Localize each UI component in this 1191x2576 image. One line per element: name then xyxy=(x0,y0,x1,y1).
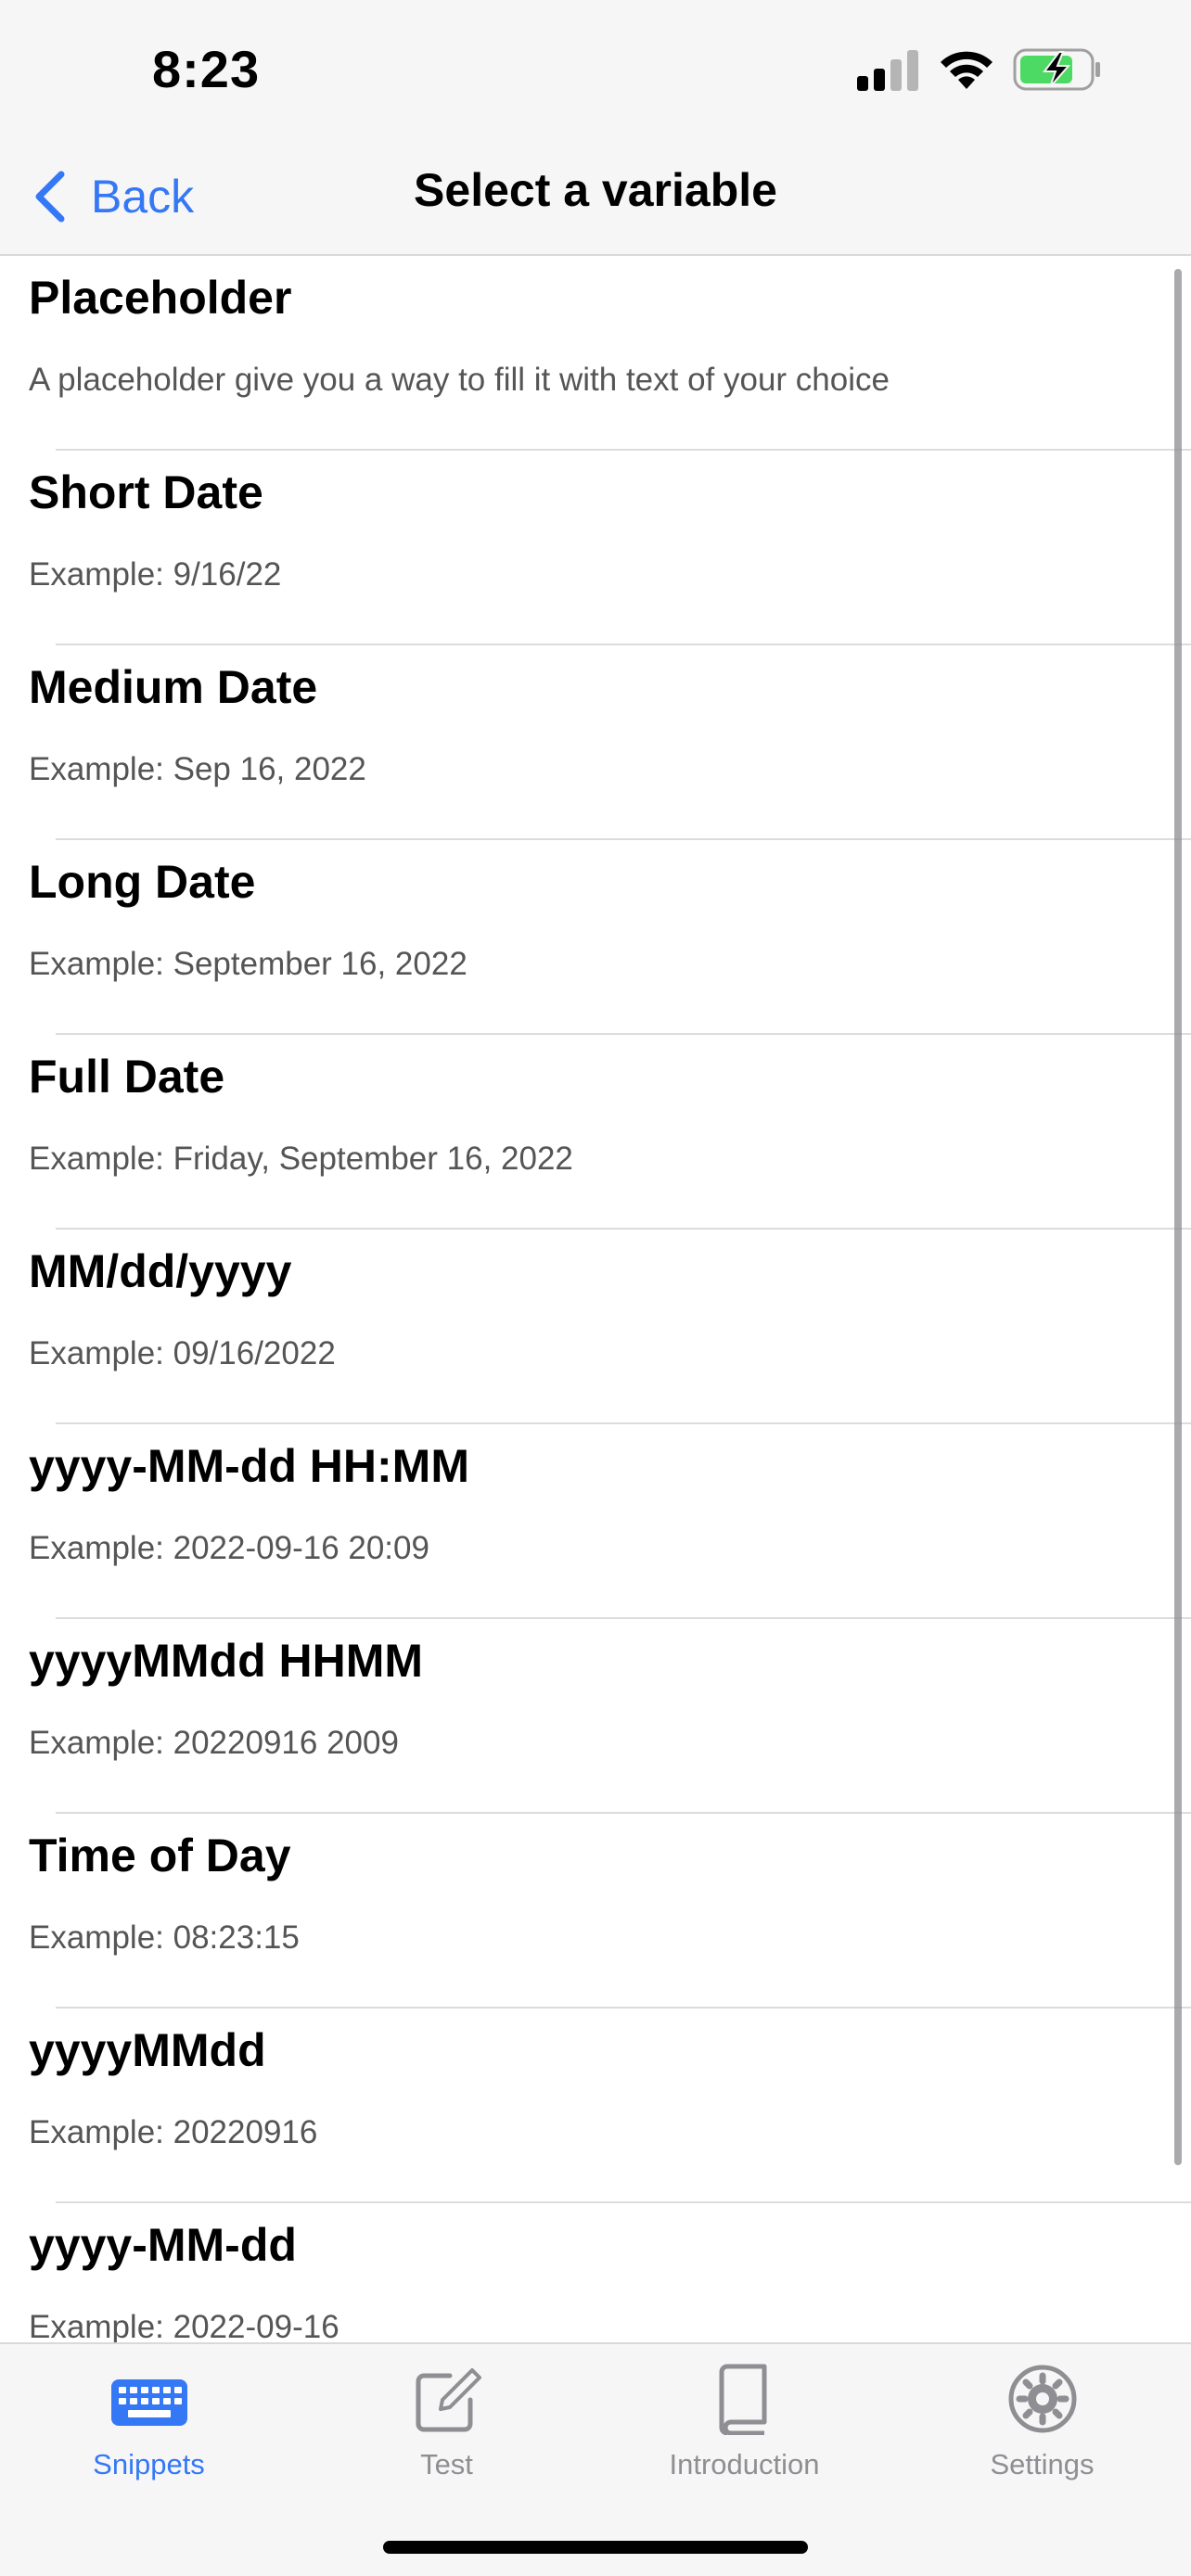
variable-example: Example: 08:23:15 xyxy=(29,1919,300,1956)
vertical-scrollbar[interactable] xyxy=(1174,269,1182,2165)
tab-label: Test xyxy=(420,2448,473,2480)
list-item[interactable]: MM/dd/yyyy Example: 09/16/2022 xyxy=(0,1230,1191,1424)
variable-title: Short Date xyxy=(29,466,263,518)
variable-title: Time of Day xyxy=(29,1830,291,1881)
variable-title: Placeholder xyxy=(29,272,292,324)
list-item[interactable]: Time of Day Example: 08:23:15 xyxy=(0,1814,1191,2009)
variable-example: Example: 20220916 2009 xyxy=(29,1725,399,1761)
variable-example: A placeholder give you a way to fill it … xyxy=(29,362,890,398)
tab-label: Introduction xyxy=(669,2448,820,2480)
status-bar: 8:23 xyxy=(0,0,1191,139)
battery-charging-icon xyxy=(1013,48,1100,91)
variable-list[interactable]: Placeholder A placeholder give you a way… xyxy=(0,256,1191,2342)
list-item[interactable]: yyyy-MM-dd Example: 2022-09-16 xyxy=(0,2203,1191,2342)
list-item[interactable]: yyyyMMdd HHMM Example: 20220916 2009 xyxy=(0,1619,1191,1814)
chevron-left-icon xyxy=(35,171,65,223)
gear-icon xyxy=(1008,2365,1076,2433)
tab-introduction[interactable]: Introduction xyxy=(596,2363,893,2502)
variable-example: Example: Sep 16, 2022 xyxy=(29,751,366,787)
home-indicator[interactable] xyxy=(383,2541,808,2554)
book-icon xyxy=(719,2364,766,2435)
tab-test[interactable]: Test xyxy=(298,2363,596,2502)
back-button[interactable]: Back xyxy=(32,161,194,232)
back-button-label: Back xyxy=(91,171,195,223)
screen: 8:23 Select a variable Back Placeholder … xyxy=(0,0,1191,2576)
list-item[interactable]: Placeholder A placeholder give you a way… xyxy=(0,256,1191,451)
tab-settings[interactable]: Settings xyxy=(893,2363,1191,2502)
variable-example: Example: 20220916 xyxy=(29,2114,318,2150)
list-item[interactable]: Full Date Example: Friday, September 16,… xyxy=(0,1035,1191,1230)
variable-example: Example: 09/16/2022 xyxy=(29,1335,336,1371)
variable-title: Full Date xyxy=(29,1051,225,1103)
variable-title: MM/dd/yyyy xyxy=(29,1245,292,1297)
variable-example: Example: Friday, September 16, 2022 xyxy=(29,1141,573,1177)
navigation-bar: Select a variable Back xyxy=(0,139,1191,256)
variable-example: Example: September 16, 2022 xyxy=(29,946,467,982)
status-time: 8:23 xyxy=(152,40,261,98)
variable-title: Long Date xyxy=(29,856,256,908)
list-item[interactable]: Short Date Example: 9/16/22 xyxy=(0,451,1191,645)
variable-example: Example: 9/16/22 xyxy=(29,556,282,593)
tab-snippets[interactable]: Snippets xyxy=(0,2363,298,2502)
list-item[interactable]: yyyy-MM-dd HH:MM Example: 2022-09-16 20:… xyxy=(0,1424,1191,1619)
list-item[interactable]: Long Date Example: September 16, 2022 xyxy=(0,840,1191,1035)
variable-title: yyyy-MM-dd HH:MM xyxy=(29,1440,469,1492)
variable-title: Medium Date xyxy=(29,661,318,713)
variable-example: Example: 2022-09-16 xyxy=(29,2309,339,2342)
cellular-signal-icon xyxy=(857,50,918,91)
variable-title: yyyyMMdd HHMM xyxy=(29,1635,424,1687)
list-item[interactable]: yyyyMMdd Example: 20220916 xyxy=(0,2009,1191,2203)
keyboard-icon xyxy=(110,2379,187,2426)
tab-label: Settings xyxy=(990,2448,1095,2480)
variable-example: Example: 2022-09-16 20:09 xyxy=(29,1530,429,1566)
wifi-icon xyxy=(941,51,992,89)
variable-title: yyyyMMdd xyxy=(29,2024,266,2076)
compose-icon xyxy=(416,2368,481,2432)
list-item[interactable]: Medium Date Example: Sep 16, 2022 xyxy=(0,645,1191,840)
tab-label: Snippets xyxy=(93,2448,205,2480)
variable-title: yyyy-MM-dd xyxy=(29,2219,297,2271)
